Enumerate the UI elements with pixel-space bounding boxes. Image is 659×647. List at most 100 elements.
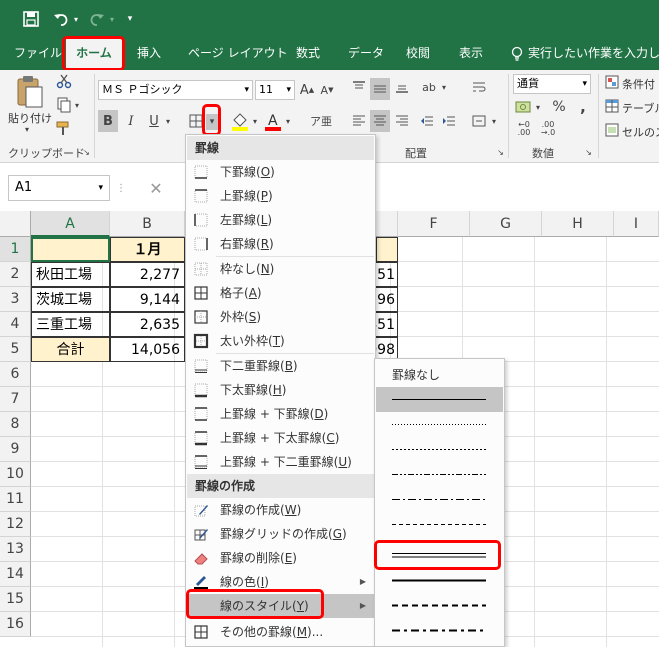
row-header-8[interactable]: 8 xyxy=(0,412,31,437)
line-style-thin[interactable] xyxy=(376,387,503,412)
line-style-thick[interactable] xyxy=(376,568,503,593)
font-size-combo[interactable]: 11 ▾ xyxy=(255,80,295,100)
tab-review[interactable]: 校閲 xyxy=(406,38,430,70)
row-header-15[interactable]: 15 xyxy=(0,587,31,612)
menu-item-all-borders[interactable]: 格子(A) xyxy=(187,281,374,305)
select-all-corner[interactable] xyxy=(0,211,31,237)
increase-decimal-icon[interactable]: ←0.00 xyxy=(514,120,534,138)
row-header-9[interactable]: 9 xyxy=(0,437,31,462)
italic-icon[interactable]: I xyxy=(122,110,140,132)
align-center-icon[interactable] xyxy=(370,110,390,132)
undo-icon[interactable] xyxy=(52,10,70,28)
underline-icon[interactable]: U xyxy=(145,110,163,132)
line-style-dashed[interactable] xyxy=(376,512,503,537)
align-right-icon[interactable] xyxy=(393,112,411,130)
cell-a4[interactable]: 三重工場 xyxy=(31,312,110,337)
row-header-4[interactable]: 4 xyxy=(0,312,31,337)
cell-a3[interactable]: 茨城工場 xyxy=(31,287,110,312)
cell-b5[interactable]: 14,056 xyxy=(110,337,185,362)
cut-icon[interactable] xyxy=(55,72,73,90)
clipboard-launcher-icon[interactable]: ↘ xyxy=(82,148,91,157)
line-style-dash-dot[interactable] xyxy=(376,487,503,512)
line-style-none[interactable]: 罫線なし xyxy=(376,363,503,387)
tab-file[interactable]: ファイル xyxy=(14,38,62,70)
align-top-icon[interactable] xyxy=(350,78,368,96)
cell-b1[interactable]: １月 xyxy=(110,237,185,262)
decrease-indent-icon[interactable] xyxy=(418,112,436,130)
align-middle-icon[interactable] xyxy=(370,78,390,100)
name-box[interactable]: A1 ▾ xyxy=(8,175,110,201)
font-name-dropdown-icon[interactable]: ▾ xyxy=(244,81,249,99)
menu-item-bottom-double-border[interactable]: 下二重罫線(B) xyxy=(187,354,374,378)
row-header-11[interactable]: 11 xyxy=(0,487,31,512)
accounting-dropdown-icon[interactable]: ▾ xyxy=(534,102,542,112)
menu-item-thick-bottom-border[interactable]: 下太罫線(H) xyxy=(187,378,374,402)
row-header-14[interactable]: 14 xyxy=(0,562,31,587)
line-style-medium-dash-dot[interactable] xyxy=(376,618,503,643)
row-header-2[interactable]: 2 xyxy=(0,262,31,287)
menu-item-erase-border[interactable]: 罫線の削除(E) xyxy=(187,546,374,570)
orientation-icon[interactable]: ab xyxy=(420,78,438,96)
name-box-dropdown-icon[interactable]: ▾ xyxy=(98,176,103,200)
line-style-hair[interactable] xyxy=(376,412,503,437)
tab-formulas[interactable]: 数式 xyxy=(296,38,320,70)
menu-item-top-thick-bottom-border[interactable]: 上罫線 + 下太罫線(C) xyxy=(187,426,374,450)
menu-item-top-border[interactable]: 上罫線(P) xyxy=(187,184,374,208)
menu-item-top-bottom-border[interactable]: 上罫線 + 下罫線(D) xyxy=(187,402,374,426)
column-header-g[interactable]: G xyxy=(470,211,542,237)
grow-font-icon[interactable]: A ▲ xyxy=(298,80,316,100)
row-header-5[interactable]: 5 xyxy=(0,337,31,362)
line-style-medium-dashed[interactable] xyxy=(376,593,503,618)
phonetic-icon[interactable]: ア亜 xyxy=(310,110,332,132)
cell-a2[interactable]: 秋田工場 xyxy=(31,262,110,287)
row-header-6[interactable]: 6 xyxy=(0,362,31,387)
copy-dropdown-icon[interactable]: ▾ xyxy=(73,100,81,110)
tab-page-layout[interactable]: ページ レイアウト xyxy=(188,38,288,70)
menu-item-more-borders[interactable]: その他の罫線(M)... xyxy=(187,620,374,644)
format-as-table-icon[interactable] xyxy=(604,98,620,114)
cell-b3[interactable]: 9,144 xyxy=(110,287,185,312)
row-header-16[interactable]: 16 xyxy=(0,612,31,637)
cell-a1[interactable] xyxy=(31,237,110,262)
cell-a5[interactable]: 合計 xyxy=(31,337,110,362)
column-header-a[interactable]: A xyxy=(31,211,110,237)
font-size-dropdown-icon[interactable]: ▾ xyxy=(286,81,291,99)
row-header-7[interactable]: 7 xyxy=(0,387,31,412)
tab-view[interactable]: 表示 xyxy=(459,38,483,70)
increase-indent-icon[interactable] xyxy=(440,112,458,130)
decrease-decimal-icon[interactable]: .00 →.0 xyxy=(538,120,558,138)
percent-icon[interactable]: % xyxy=(550,98,568,116)
merge-center-icon[interactable] xyxy=(470,112,488,130)
menu-item-draw-border-grid[interactable]: 罫線グリッドの作成(G) xyxy=(187,522,374,546)
number-launcher-icon[interactable]: ↘ xyxy=(584,148,593,157)
line-style-dash-dot-dot[interactable] xyxy=(376,462,503,487)
column-header-e[interactable]: E xyxy=(376,211,398,237)
column-header-f[interactable]: F xyxy=(398,211,470,237)
comma-style-icon[interactable]: , xyxy=(574,98,592,116)
menu-item-right-border[interactable]: 右罫線(R) xyxy=(187,232,374,256)
undo-dropdown-icon[interactable]: ▾ xyxy=(72,12,80,26)
format-painter-icon[interactable] xyxy=(55,119,73,137)
copy-icon[interactable] xyxy=(55,96,73,114)
save-icon[interactable] xyxy=(22,10,40,28)
column-header-b[interactable]: B xyxy=(110,211,185,237)
conditional-formatting-icon[interactable] xyxy=(604,74,620,90)
align-left-icon[interactable] xyxy=(350,112,368,130)
row-header-12[interactable]: 12 xyxy=(0,512,31,537)
wrap-text-icon[interactable] xyxy=(470,78,488,96)
shrink-font-icon[interactable]: A ▼ xyxy=(318,80,336,100)
fill-color-icon[interactable] xyxy=(230,110,250,132)
customize-qat-icon[interactable]: ▾ xyxy=(124,12,136,26)
alignment-launcher-icon[interactable]: ↘ xyxy=(496,148,505,157)
fill-color-dropdown-icon[interactable]: ▾ xyxy=(251,116,259,126)
menu-item-draw-border[interactable]: 罫線の作成(W) xyxy=(187,498,374,522)
accounting-format-icon[interactable] xyxy=(514,98,532,116)
cell-styles-label[interactable]: セルのス xyxy=(622,124,659,140)
align-bottom-icon[interactable] xyxy=(393,78,411,96)
cell-styles-icon[interactable] xyxy=(604,122,620,138)
cell-b4[interactable]: 2,635 xyxy=(110,312,185,337)
font-name-combo[interactable]: ＭＳ Ｐゴシック ▾ xyxy=(98,80,253,100)
bold-icon[interactable]: B xyxy=(98,110,118,132)
paste-icon[interactable] xyxy=(12,74,46,110)
row-header-1[interactable]: 1 xyxy=(0,237,31,262)
